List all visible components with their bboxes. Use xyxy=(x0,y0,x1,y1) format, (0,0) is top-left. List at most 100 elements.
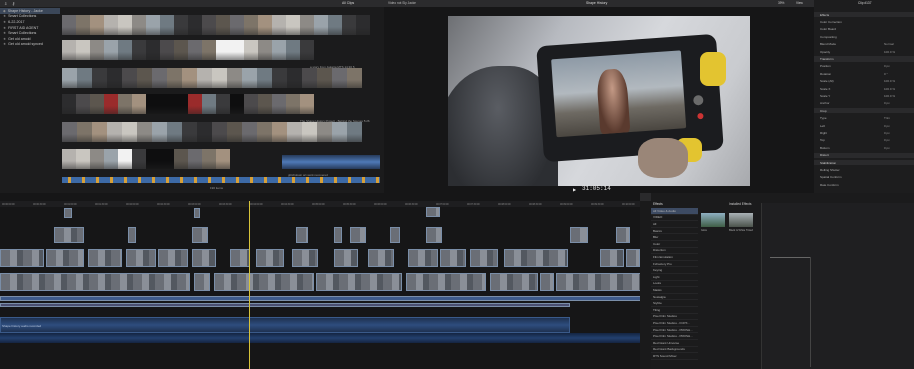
inspector-row[interactable]: Stabilization xyxy=(814,160,914,166)
inspector-row[interactable]: Spatial Conform xyxy=(814,175,914,180)
inspector-row[interactable]: Compositing xyxy=(814,34,914,39)
clip-thumbnail[interactable] xyxy=(272,15,286,35)
timeline-clip[interactable] xyxy=(194,273,210,291)
timeline-clip[interactable] xyxy=(54,227,84,243)
effects-category[interactable]: Tiling xyxy=(651,307,698,314)
clip-thumbnail[interactable] xyxy=(302,68,317,88)
timeline-clip[interactable] xyxy=(230,249,250,267)
clip-thumbnail[interactable] xyxy=(92,68,107,88)
clip-thumbnail[interactable] xyxy=(258,94,272,114)
inspector-value[interactable]: 0 px xyxy=(884,146,890,151)
clip-thumbnail[interactable] xyxy=(104,94,118,114)
clip-thumbnail[interactable] xyxy=(90,40,104,60)
inspector-row[interactable]: Scale X xyxy=(814,86,914,91)
clip-thumbnail[interactable] xyxy=(300,15,314,35)
clip-thumbnail[interactable] xyxy=(182,68,197,88)
timeline-clip[interactable] xyxy=(0,303,570,307)
clip-thumbnail[interactable] xyxy=(122,122,137,142)
inspector-row[interactable]: Type xyxy=(814,116,914,121)
inspector-value[interactable]: 100.0 % xyxy=(884,87,895,92)
clip-thumbnail[interactable] xyxy=(167,68,182,88)
inspector-value[interactable]: 100.0 % xyxy=(884,50,895,55)
inspector-row[interactable]: Scale Y xyxy=(814,93,914,98)
effects-category[interactable]: Pixel Film Studios - FCPX... xyxy=(651,320,698,327)
timeline-clip[interactable] xyxy=(64,208,72,218)
effects-category[interactable]: VIDEO xyxy=(651,215,698,222)
effects-category[interactable]: FxFactory Pro xyxy=(651,261,698,268)
audio-waveform[interactable] xyxy=(282,155,380,169)
effects-category[interactable]: Pixel Film Studios - PROSH... xyxy=(651,327,698,334)
clip-thumbnail[interactable] xyxy=(188,94,202,114)
clip-thumbnail[interactable] xyxy=(104,15,118,35)
timeline-clip[interactable] xyxy=(192,227,208,243)
clip-thumbnail[interactable] xyxy=(146,40,160,60)
inspector-row[interactable]: Top xyxy=(814,138,914,143)
clip-thumbnail[interactable] xyxy=(300,94,314,114)
clip-thumbnail[interactable] xyxy=(257,68,272,88)
clip-thumbnail[interactable] xyxy=(287,68,302,88)
timeline-clip[interactable] xyxy=(540,273,554,291)
clip-thumbnail[interactable] xyxy=(62,122,77,142)
clip-thumbnail[interactable] xyxy=(216,94,230,114)
zoom-level[interactable]: 39% xyxy=(778,1,784,6)
inspector-row[interactable]: Distort xyxy=(814,152,914,158)
effects-category[interactable]: Keying xyxy=(651,267,698,274)
inspector-row[interactable]: Blend Mode xyxy=(814,42,914,47)
effects-category[interactable]: Pixel Film Studios - PROSH... xyxy=(651,333,698,340)
audio-track-lower[interactable] xyxy=(0,333,640,343)
timeline-clip[interactable] xyxy=(128,227,136,243)
timeline-clip[interactable] xyxy=(296,227,308,243)
library-item[interactable]: ★ Get old amoid synced xyxy=(0,42,60,48)
clip-thumbnail[interactable] xyxy=(212,122,227,142)
inspector-row[interactable]: Opacity xyxy=(814,49,914,54)
inspector-row[interactable]: Rotation xyxy=(814,71,914,76)
clip-thumbnail[interactable] xyxy=(286,40,300,60)
clip-thumbnail[interactable] xyxy=(122,68,137,88)
effects-category[interactable]: Color xyxy=(651,241,698,248)
clip-thumbnail[interactable] xyxy=(107,68,122,88)
inspector-value[interactable]: Trim xyxy=(884,116,890,121)
timeline-clip[interactable] xyxy=(408,249,438,267)
filmstrip[interactable] xyxy=(62,68,362,88)
keyword-icon[interactable]: ⚷ xyxy=(12,1,15,6)
clip-thumbnail[interactable] xyxy=(347,122,362,142)
timeline-clip[interactable] xyxy=(46,249,84,267)
clip-thumbnail[interactable] xyxy=(332,68,347,88)
clip-thumbnail[interactable] xyxy=(300,40,314,60)
clip-thumbnail[interactable] xyxy=(62,40,76,60)
clip-thumbnail[interactable] xyxy=(272,40,286,60)
clip-thumbnail[interactable] xyxy=(90,15,104,35)
effects-category[interactable]: All xyxy=(651,221,698,228)
clip-thumbnail[interactable] xyxy=(257,122,272,142)
clip-thumbnail[interactable] xyxy=(174,15,188,35)
inspector-row[interactable]: Crop xyxy=(814,108,914,114)
clip-thumbnail[interactable] xyxy=(272,68,287,88)
timeline-clip[interactable] xyxy=(194,208,200,218)
inspector-value[interactable]: 100.0 % xyxy=(884,94,895,99)
timeline-clip[interactable] xyxy=(626,249,640,267)
clip-thumbnail[interactable] xyxy=(160,94,174,114)
clip-thumbnail[interactable] xyxy=(107,122,122,142)
clip-thumbnail[interactable] xyxy=(212,68,227,88)
clip-thumbnail[interactable] xyxy=(332,122,347,142)
timeline-clip[interactable] xyxy=(426,207,440,217)
clip-thumbnail[interactable] xyxy=(167,122,182,142)
clip-thumbnail[interactable] xyxy=(197,68,212,88)
effect-thumb-glow[interactable] xyxy=(701,213,725,227)
effects-category[interactable]: Pixel Film Studios xyxy=(651,314,698,321)
clip-thumbnail[interactable] xyxy=(146,149,160,169)
clip-thumbnail[interactable] xyxy=(242,68,257,88)
clip-thumbnail[interactable] xyxy=(62,15,76,35)
inspector-value[interactable]: 0 px xyxy=(884,64,890,69)
inspector-value[interactable]: 0 ° xyxy=(884,72,888,77)
effect-thumb-bw[interactable] xyxy=(729,213,753,227)
clip-thumbnail[interactable] xyxy=(152,68,167,88)
inspector-row[interactable]: Effects xyxy=(814,12,914,18)
clip-thumbnail[interactable] xyxy=(76,40,90,60)
effects-category[interactable]: Looks xyxy=(651,281,698,288)
clip-thumbnail[interactable] xyxy=(202,15,216,35)
clip-thumbnail[interactable] xyxy=(174,149,188,169)
clip-thumbnail[interactable] xyxy=(216,40,230,60)
timeline-clip[interactable] xyxy=(0,249,44,267)
clip-thumbnail[interactable] xyxy=(314,15,328,35)
